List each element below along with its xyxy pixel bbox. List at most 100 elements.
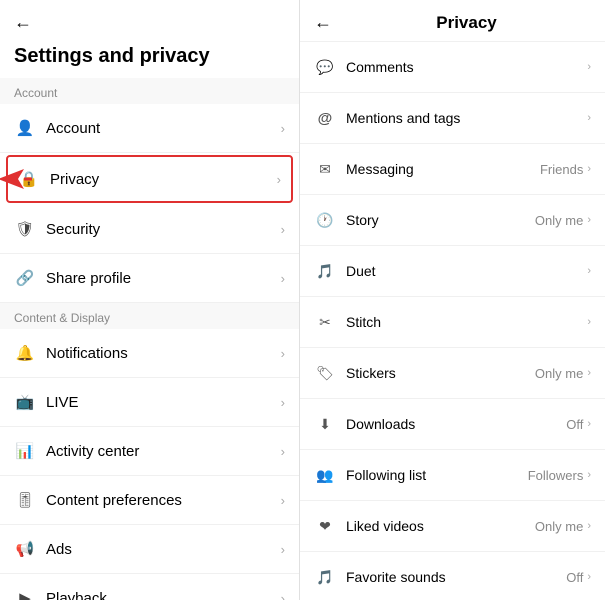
privacy-label: Privacy	[50, 171, 277, 188]
content-preferences-icon: 🎚	[14, 489, 36, 511]
story-label: Story	[346, 212, 535, 228]
downloads-value: Off	[566, 417, 583, 432]
stickers-label: Stickers	[346, 365, 535, 381]
comments-icon: 💬	[314, 56, 336, 78]
left-header: ←	[0, 0, 299, 41]
sidebar-item-account[interactable]: 👤 Account ›	[0, 104, 299, 153]
right-header: ← Privacy	[300, 0, 605, 42]
right-panel: ← Privacy 💬 Comments › @ Mentions and ta…	[300, 0, 605, 600]
back-arrow-left[interactable]: ←	[14, 12, 32, 33]
favorite-sounds-icon: 🎵	[314, 566, 336, 588]
messaging-label: Messaging	[346, 161, 540, 177]
privacy-item-duet[interactable]: 🎵 Duet ›	[300, 246, 605, 297]
sidebar-item-content-preferences[interactable]: 🎚 Content preferences ›	[0, 476, 299, 525]
chevron-icon: ›	[281, 444, 285, 459]
sidebar-item-ads[interactable]: 📢 Ads ›	[0, 525, 299, 574]
following-list-label: Following list	[346, 467, 528, 483]
ads-label: Ads	[46, 541, 281, 558]
mentions-tags-label: Mentions and tags	[346, 110, 583, 126]
live-label: LIVE	[46, 394, 281, 411]
favorite-sounds-label: Favorite sounds	[346, 569, 566, 585]
page-title: Settings and privacy	[0, 41, 299, 78]
chevron-icon: ›	[281, 395, 285, 410]
chevron-icon: ›	[281, 222, 285, 237]
story-value: Only me	[535, 213, 583, 228]
sidebar-item-security[interactable]: 🛡 Security ›	[0, 205, 299, 254]
duet-label: Duet	[346, 263, 583, 279]
chevron-icon: ›	[587, 61, 591, 73]
mentions-tags-icon: @	[314, 107, 336, 129]
privacy-item-stitch[interactable]: ✂ Stitch ›	[300, 297, 605, 348]
chevron-icon: ›	[587, 265, 591, 277]
privacy-item-downloads[interactable]: ⬇ Downloads Off ›	[300, 399, 605, 450]
sidebar-item-share-profile[interactable]: 🔗 Share profile ›	[0, 254, 299, 303]
privacy-item-comments[interactable]: 💬 Comments ›	[300, 42, 605, 93]
chevron-icon: ›	[587, 367, 591, 379]
security-label: Security	[46, 221, 281, 238]
stitch-label: Stitch	[346, 314, 583, 330]
liked-videos-label: Liked videos	[346, 518, 535, 534]
chevron-icon: ›	[281, 346, 285, 361]
privacy-item-messaging[interactable]: ✉ Messaging Friends ›	[300, 144, 605, 195]
chevron-icon: ›	[281, 542, 285, 557]
live-icon: 📺	[14, 391, 36, 413]
notifications-label: Notifications	[46, 345, 281, 362]
story-icon: 🕐	[314, 209, 336, 231]
chevron-icon: ›	[281, 591, 285, 600]
liked-videos-value: Only me	[535, 519, 583, 534]
security-icon: 🛡	[14, 218, 36, 240]
content-preferences-label: Content preferences	[46, 492, 281, 509]
chevron-icon: ›	[277, 172, 281, 187]
playback-icon: ▶	[14, 587, 36, 600]
chevron-icon: ›	[281, 493, 285, 508]
share-profile-label: Share profile	[46, 270, 281, 287]
sidebar-item-privacy[interactable]: 🔒 Privacy ›	[6, 155, 293, 203]
sidebar-item-live[interactable]: 📺 LIVE ›	[0, 378, 299, 427]
share-profile-icon: 🔗	[14, 267, 36, 289]
chevron-icon: ›	[587, 112, 591, 124]
chevron-icon: ›	[587, 163, 591, 175]
ads-icon: 📢	[14, 538, 36, 560]
messaging-value: Friends	[540, 162, 583, 177]
following-list-icon: 👥	[314, 464, 336, 486]
privacy-item-liked-videos[interactable]: ❤ Liked videos Only me ›	[300, 501, 605, 552]
account-icon: 👤	[14, 117, 36, 139]
section-content-label: Content & Display	[0, 303, 299, 329]
left-panel: ← Settings and privacy Account 👤 Account…	[0, 0, 300, 600]
sidebar-item-activity-center[interactable]: 📊 Activity center ›	[0, 427, 299, 476]
chevron-icon: ›	[281, 121, 285, 136]
downloads-icon: ⬇	[314, 413, 336, 435]
privacy-item-mentions-tags[interactable]: @ Mentions and tags ›	[300, 93, 605, 144]
account-label: Account	[46, 120, 281, 137]
downloads-label: Downloads	[346, 416, 566, 432]
activity-center-icon: 📊	[14, 440, 36, 462]
chevron-icon: ›	[587, 469, 591, 481]
stickers-value: Only me	[535, 366, 583, 381]
chevron-icon: ›	[587, 520, 591, 532]
section-account-label: Account	[0, 78, 299, 104]
right-panel-title: Privacy	[342, 13, 591, 33]
chevron-icon: ›	[587, 571, 591, 583]
back-arrow-right[interactable]: ←	[314, 12, 332, 33]
privacy-item-stickers[interactable]: 🏷 Stickers Only me ›	[300, 348, 605, 399]
privacy-item-favorite-sounds[interactable]: 🎵 Favorite sounds Off ›	[300, 552, 605, 600]
sidebar-item-notifications[interactable]: 🔔 Notifications ›	[0, 329, 299, 378]
playback-label: Playback	[46, 590, 281, 600]
stitch-icon: ✂	[314, 311, 336, 333]
red-arrow-annotation	[0, 167, 34, 191]
sidebar-item-playback[interactable]: ▶ Playback ›	[0, 574, 299, 600]
comments-label: Comments	[346, 59, 583, 75]
chevron-icon: ›	[281, 271, 285, 286]
messaging-icon: ✉	[314, 158, 336, 180]
activity-center-label: Activity center	[46, 443, 281, 460]
chevron-icon: ›	[587, 418, 591, 430]
stickers-icon: 🏷	[314, 362, 336, 384]
privacy-item-story[interactable]: 🕐 Story Only me ›	[300, 195, 605, 246]
liked-videos-icon: ❤	[314, 515, 336, 537]
privacy-item-following-list[interactable]: 👥 Following list Followers ›	[300, 450, 605, 501]
favorite-sounds-value: Off	[566, 570, 583, 585]
duet-icon: 🎵	[314, 260, 336, 282]
chevron-icon: ›	[587, 214, 591, 226]
chevron-icon: ›	[587, 316, 591, 328]
following-list-value: Followers	[528, 468, 584, 483]
